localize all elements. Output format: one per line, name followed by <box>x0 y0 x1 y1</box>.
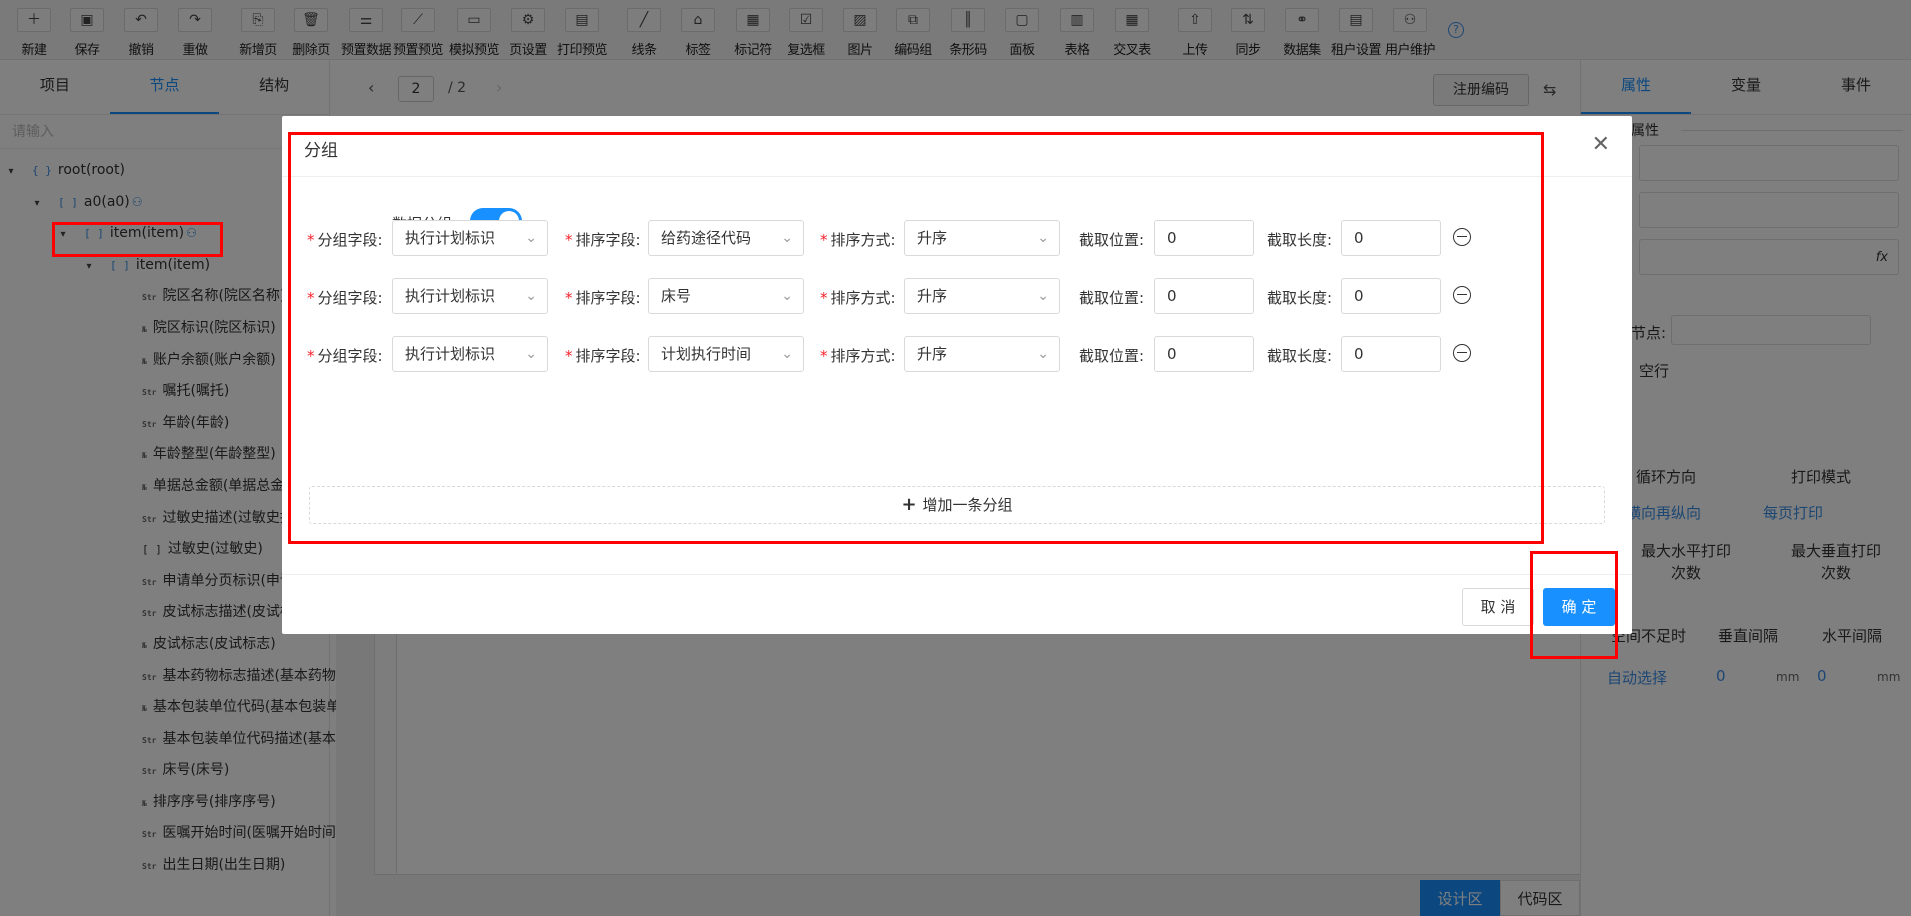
group-field-select[interactable]: 执行计划标识 ⌄ <box>392 220 548 256</box>
chevron-down-icon: ⌄ <box>781 288 793 304</box>
cut-position-label: 截取位置: <box>1079 287 1144 308</box>
required-mark: * <box>307 231 315 249</box>
sort-order-label: * 排序方式: <box>820 345 896 366</box>
cut-position-input[interactable]: 0 <box>1154 336 1254 372</box>
group-field-label-text: 分组字段: <box>317 231 383 249</box>
group-row: * 分组字段: 执行计划标识 ⌄ * 排序字段: 给药途径代码 ⌄ * 排序方式: 升序 ⌄ 截取位置:… <box>282 220 1632 256</box>
cut-length-input[interactable]: 0 <box>1341 220 1441 256</box>
select-value: 执行计划标识 <box>405 287 496 305</box>
select-value: 升序 <box>917 287 948 305</box>
chevron-down-icon: ⌄ <box>781 346 793 362</box>
sort-field-select[interactable]: 床号 ⌄ <box>648 278 804 314</box>
cut-position-label-text: 截取位置: <box>1079 347 1145 365</box>
group-field-label-text: 分组字段: <box>317 347 383 365</box>
sort-order-select[interactable]: 升序 ⌄ <box>904 336 1060 372</box>
group-field-label: * 分组字段: <box>307 345 383 366</box>
cut-length-label-text: 截取长度: <box>1267 289 1333 307</box>
confirm-button[interactable]: 确 定 <box>1543 588 1615 626</box>
chevron-down-icon: ⌄ <box>1037 346 1049 362</box>
sort-field-label-text: 排序字段: <box>575 347 641 365</box>
cut-length-label: 截取长度: <box>1267 345 1332 366</box>
plus-icon: + <box>901 494 917 515</box>
cut-length-label-text: 截取长度: <box>1267 231 1333 249</box>
sort-field-label: * 排序字段: <box>565 229 641 250</box>
remove-row-icon[interactable] <box>1453 344 1471 362</box>
cut-position-input[interactable]: 0 <box>1154 220 1254 256</box>
group-field-label: * 分组字段: <box>307 287 383 308</box>
dialog-footer-divider <box>282 574 1632 575</box>
required-mark: * <box>565 231 573 249</box>
group-row: * 分组字段: 执行计划标识 ⌄ * 排序字段: 床号 ⌄ * 排序方式: 升序 ⌄ 截取位置: 0 截取长… <box>282 278 1632 314</box>
cut-length-label: 截取长度: <box>1267 229 1332 250</box>
sort-order-label-text: 排序方式: <box>830 289 896 307</box>
sort-order-label: * 排序方式: <box>820 287 896 308</box>
chevron-down-icon: ⌄ <box>781 230 793 246</box>
cut-length-input[interactable]: 0 <box>1341 278 1441 314</box>
sort-field-label: * 排序字段: <box>565 287 641 308</box>
sort-order-label-text: 排序方式: <box>830 347 896 365</box>
sort-field-select[interactable]: 计划执行时间 ⌄ <box>648 336 804 372</box>
dialog-header-divider <box>282 176 1632 177</box>
chevron-down-icon: ⌄ <box>1037 230 1049 246</box>
cut-position-label-text: 截取位置: <box>1079 289 1145 307</box>
select-value: 升序 <box>917 345 948 363</box>
required-mark: * <box>565 289 573 307</box>
group-dialog: 分组 ✕ 数据分组: *分组字段:执行计划标识⌄*排序字段:给药途径代码⌄*排序… <box>282 116 1632 634</box>
cut-length-label: 截取长度: <box>1267 287 1332 308</box>
add-group-button[interactable]: + 增加一条分组 <box>309 486 1605 524</box>
select-value: 床号 <box>661 287 692 305</box>
group-field-select[interactable]: 执行计划标识 ⌄ <box>392 336 548 372</box>
cut-length-label-text: 截取长度: <box>1267 347 1333 365</box>
sort-field-label: * 排序字段: <box>565 345 641 366</box>
add-group-label: 增加一条分组 <box>922 496 1013 514</box>
chevron-down-icon: ⌄ <box>525 288 537 304</box>
group-field-select[interactable]: 执行计划标识 ⌄ <box>392 278 548 314</box>
cut-position-label: 截取位置: <box>1079 229 1144 250</box>
group-field-label: * 分组字段: <box>307 229 383 250</box>
select-value: 升序 <box>917 229 948 247</box>
cut-position-label-text: 截取位置: <box>1079 231 1145 249</box>
required-mark: * <box>565 347 573 365</box>
group-row: * 分组字段: 执行计划标识 ⌄ * 排序字段: 计划执行时间 ⌄ * 排序方式: 升序 ⌄ 截取位置:… <box>282 336 1632 372</box>
required-mark: * <box>307 347 315 365</box>
cut-position-label: 截取位置: <box>1079 345 1144 366</box>
select-value: 执行计划标识 <box>405 229 496 247</box>
cut-length-input[interactable]: 0 <box>1341 336 1441 372</box>
sort-order-select[interactable]: 升序 ⌄ <box>904 278 1060 314</box>
sort-order-label-text: 排序方式: <box>830 231 896 249</box>
close-icon[interactable]: ✕ <box>1592 132 1610 157</box>
sort-order-select[interactable]: 升序 ⌄ <box>904 220 1060 256</box>
remove-row-icon[interactable] <box>1453 286 1471 304</box>
required-mark: * <box>820 231 828 249</box>
select-value: 给药途径代码 <box>661 229 752 247</box>
chevron-down-icon: ⌄ <box>525 346 537 362</box>
required-mark: * <box>820 347 828 365</box>
sort-field-select[interactable]: 给药途径代码 ⌄ <box>648 220 804 256</box>
chevron-down-icon: ⌄ <box>525 230 537 246</box>
required-mark: * <box>820 289 828 307</box>
sort-order-label: * 排序方式: <box>820 229 896 250</box>
group-field-label-text: 分组字段: <box>317 289 383 307</box>
select-value: 计划执行时间 <box>661 345 752 363</box>
cancel-button[interactable]: 取 消 <box>1462 588 1534 626</box>
remove-row-icon[interactable] <box>1453 228 1471 246</box>
chevron-down-icon: ⌄ <box>1037 288 1049 304</box>
required-mark: * <box>307 289 315 307</box>
sort-field-label-text: 排序字段: <box>575 231 641 249</box>
cut-position-input[interactable]: 0 <box>1154 278 1254 314</box>
dialog-title: 分组 <box>304 141 338 161</box>
sort-field-label-text: 排序字段: <box>575 289 641 307</box>
select-value: 执行计划标识 <box>405 345 496 363</box>
